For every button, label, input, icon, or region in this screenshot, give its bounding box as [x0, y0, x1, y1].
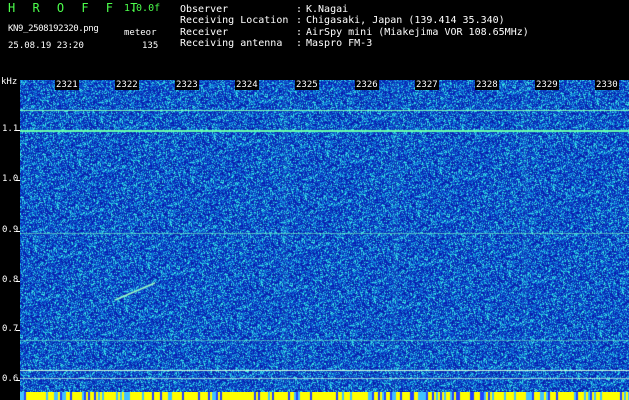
frequency-unit-label: kHz	[1, 77, 18, 87]
minute-label: 2325	[295, 80, 319, 90]
location-colon: :	[296, 15, 303, 26]
file-name: KN9_2508192320.png	[8, 24, 99, 34]
y-tick-label: 0.8	[2, 275, 19, 285]
y-tick-label: 1.1	[2, 124, 19, 134]
minute-label: 2328	[475, 80, 499, 90]
minute-label: 2329	[535, 80, 559, 90]
antenna-value: Maspro FM-3	[306, 38, 373, 49]
app-version: 1.0.0f	[124, 3, 161, 14]
minute-label: 2330	[595, 80, 619, 90]
y-tick-label: 1.0	[2, 174, 19, 184]
location-label: Receiving Location	[180, 15, 289, 26]
minute-label: 2323	[175, 80, 199, 90]
minute-label: 2321	[55, 80, 79, 90]
location-value: Chigasaki, Japan (139.414 35.340)	[306, 15, 505, 26]
antenna-label: Receiving antenna	[180, 38, 283, 49]
minute-label: 2327	[415, 80, 439, 90]
detection-count: 135	[142, 41, 159, 51]
y-tick-label: 0.6	[2, 374, 19, 384]
y-tick-label: 0.7	[2, 324, 19, 334]
mode-label: meteor	[124, 28, 157, 38]
antenna-colon: :	[296, 38, 303, 49]
spectrogram-canvas	[20, 80, 629, 392]
app-title: H R O F F T	[8, 1, 143, 15]
y-tick-label: 0.9	[2, 225, 19, 235]
minute-label: 2324	[235, 80, 259, 90]
minute-label: 2326	[355, 80, 379, 90]
capture-datetime: 25.08.19 23:20	[8, 41, 84, 51]
spectrogram-plot	[20, 80, 629, 392]
minute-label: 2322	[115, 80, 139, 90]
signal-level-bar	[20, 392, 629, 400]
